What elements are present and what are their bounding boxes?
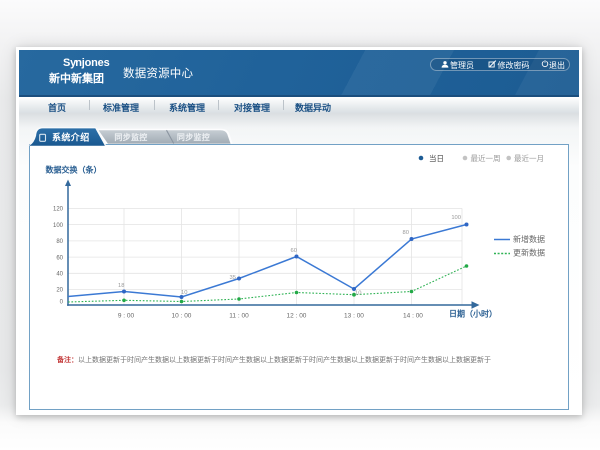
svg-text:系统介绍: 系统介绍: [52, 131, 90, 142]
svg-text:最近一月: 最近一月: [514, 153, 544, 163]
svg-text:10: 10: [181, 290, 187, 296]
svg-text:11 : 00: 11 : 00: [229, 313, 249, 320]
svg-text:18: 18: [118, 283, 124, 289]
svg-text:20: 20: [56, 288, 63, 294]
svg-text:9 : 00: 9 : 00: [118, 313, 135, 320]
svg-text:14 : 00: 14 : 00: [403, 313, 423, 320]
svg-text:同步监控: 同步监控: [114, 132, 147, 142]
svg-text:当日: 当日: [429, 153, 444, 163]
svg-text:0: 0: [60, 300, 64, 306]
svg-text:新增数据: 新增数据: [513, 234, 545, 244]
svg-text:80: 80: [56, 239, 63, 245]
svg-text:最近一周: 最近一周: [471, 153, 501, 163]
svg-text:10 : 00: 10 : 00: [172, 313, 192, 320]
svg-text:同步监控: 同步监控: [177, 132, 210, 142]
svg-text:12 : 00: 12 : 00: [287, 313, 307, 320]
svg-text:40: 40: [56, 272, 63, 278]
svg-text:100: 100: [53, 223, 64, 229]
svg-text:35: 35: [230, 275, 236, 281]
svg-text:100: 100: [451, 215, 461, 221]
svg-text:60: 60: [291, 248, 297, 254]
svg-text:日期（小时）: 日期（小时）: [449, 309, 497, 319]
svg-text:120: 120: [53, 207, 64, 213]
svg-text:13 : 00: 13 : 00: [344, 313, 364, 320]
svg-text:10: 10: [355, 291, 361, 297]
svg-text:80: 80: [403, 230, 409, 236]
svg-text:60: 60: [56, 255, 63, 261]
svg-text:数据交换（条）: 数据交换（条）: [46, 165, 102, 175]
svg-text:更新数据: 更新数据: [513, 248, 545, 258]
